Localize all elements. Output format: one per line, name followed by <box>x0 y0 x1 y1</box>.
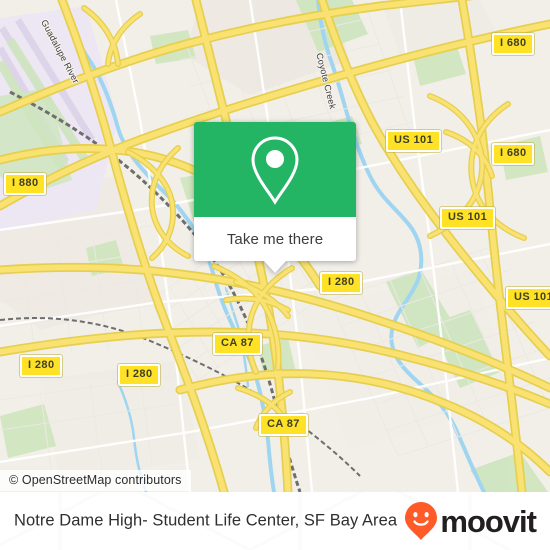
highway-shield-us101-south[interactable]: US 101 <box>506 287 550 309</box>
popup-icon-area <box>194 122 356 217</box>
highway-shield-i680-north[interactable]: I 680 <box>492 33 535 55</box>
moovit-logo[interactable]: moovit <box>404 501 537 541</box>
highway-shield-i280-west[interactable]: I 280 <box>20 355 63 377</box>
highway-shield-ca87-north[interactable]: CA 87 <box>213 333 262 355</box>
highway-shield-us101-mid[interactable]: US 101 <box>440 207 496 229</box>
map-screenshot: .mw{stroke:#f9e271;stroke-linecap:round;… <box>0 0 550 550</box>
popup-cta[interactable]: Take me there <box>194 217 356 261</box>
popup-pointer-tail <box>264 261 286 273</box>
moovit-wordmark: moovit <box>440 503 537 539</box>
map-canvas[interactable]: .mw{stroke:#f9e271;stroke-linecap:round;… <box>0 0 550 492</box>
popup-cta-label: Take me there <box>226 230 324 248</box>
highway-shield-ca87-south[interactable]: CA 87 <box>259 414 308 436</box>
highway-shield-i680-mid[interactable]: I 680 <box>492 143 535 165</box>
highway-shield-i280-center[interactable]: I 280 <box>320 272 363 294</box>
map-pin-icon <box>251 135 299 205</box>
highway-shield-us101-north[interactable]: US 101 <box>386 130 442 152</box>
highway-shield-i280-southwest[interactable]: I 280 <box>118 364 161 386</box>
highway-shield-i880[interactable]: I 880 <box>4 173 47 195</box>
moovit-smiley-pin-icon <box>405 502 438 540</box>
footer-bar: Notre Dame High- Student Life Center, SF… <box>0 492 550 550</box>
location-popup[interactable]: Take me there <box>194 122 356 273</box>
osm-attribution[interactable]: © OpenStreetMap contributors <box>0 470 191 491</box>
page-title: Notre Dame High- Student Life Center, SF… <box>14 511 398 530</box>
